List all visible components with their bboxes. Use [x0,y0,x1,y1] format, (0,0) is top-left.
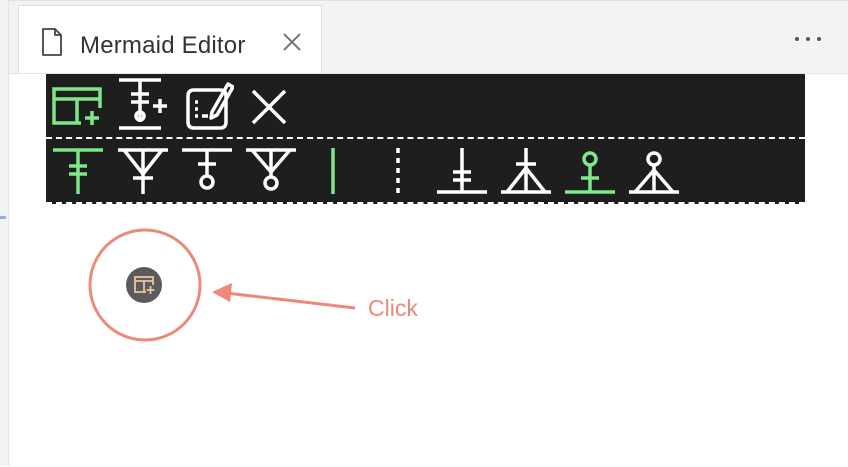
zero-or-more-icon[interactable] [244,146,298,196]
zero-or-one-icon[interactable] [180,146,234,196]
zero-or-one-icon[interactable] [563,146,617,196]
add-entity-floating-button[interactable] [126,267,162,303]
table-add-icon[interactable] [51,84,105,128]
close-x-icon[interactable] [250,88,288,126]
one-or-more-icon[interactable] [499,146,553,196]
zero-or-more-icon[interactable] [627,146,681,196]
close-icon[interactable] [281,31,303,53]
active-indicator [0,216,6,219]
one-or-more-icon[interactable] [116,146,170,196]
attribute-add-icon[interactable] [116,77,170,133]
dotted-line-icon[interactable] [391,146,405,196]
tab-mermaid-editor[interactable]: Mermaid Editor [18,5,322,75]
table-add-icon [134,276,155,294]
er-toolbar [46,74,805,204]
tab-bar: Mermaid Editor [9,0,848,75]
tab-title: Mermaid Editor [80,32,246,59]
toolbar-bottom-border [46,202,805,204]
solid-line-icon[interactable] [326,146,340,196]
exactly-one-icon[interactable] [51,146,105,196]
toolbar-divider [46,137,805,139]
activity-strip [0,0,9,466]
file-icon [41,28,63,61]
more-actions-icon[interactable] [793,29,823,49]
edit-document-icon[interactable] [184,78,234,130]
exactly-one-icon[interactable] [435,146,489,196]
click-label: Click [368,295,418,321]
